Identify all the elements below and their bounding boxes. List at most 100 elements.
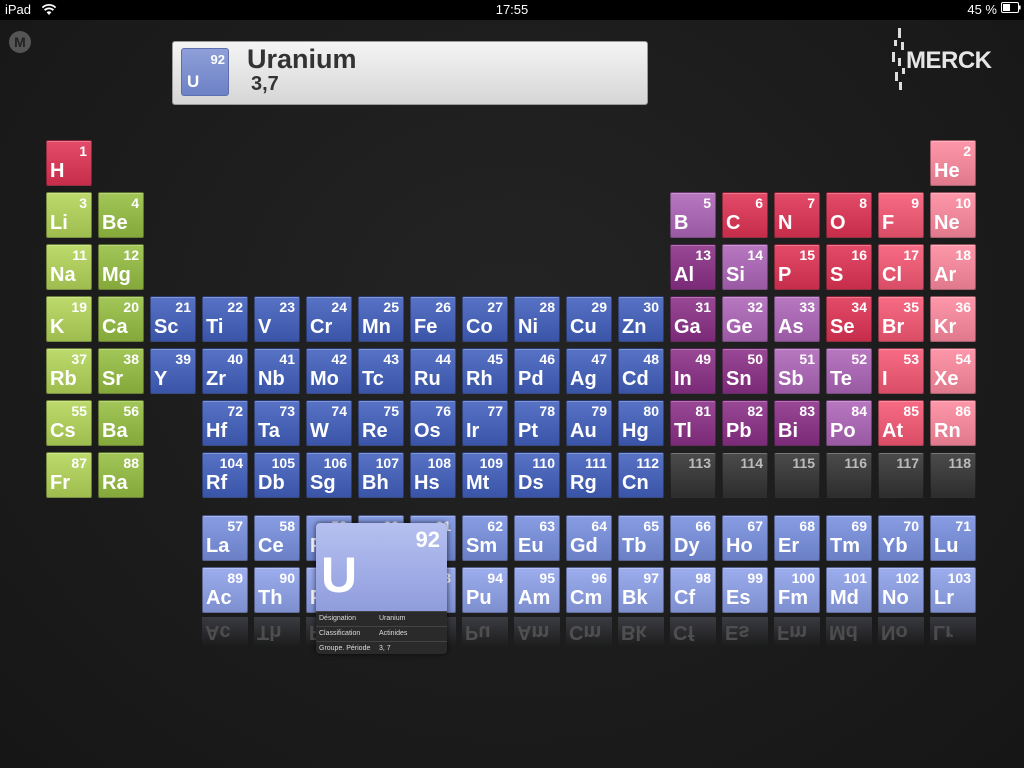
element-tile-105[interactable]: 105 Db — [254, 452, 300, 498]
element-tile-77[interactable]: 77 Ir — [462, 400, 508, 446]
element-tile-18[interactable]: 18 Ar — [930, 244, 976, 290]
element-tile-13[interactable]: 13 Al — [670, 244, 716, 290]
element-tile-75[interactable]: 75 Re — [358, 400, 404, 446]
element-tile-94[interactable]: 94 Pu — [462, 567, 508, 613]
element-tile-107[interactable]: 107 Bh — [358, 452, 404, 498]
element-tile-48[interactable]: 48 Cd — [618, 348, 664, 394]
element-tile-39[interactable]: 39 Y — [150, 348, 196, 394]
element-tile-95[interactable]: 95 Am — [514, 567, 560, 613]
element-tile-78[interactable]: 78 Pt — [514, 400, 560, 446]
element-tile-103[interactable]: 103 Lr — [930, 567, 976, 613]
element-tile-88[interactable]: 88 Ra — [98, 452, 144, 498]
element-tile-3[interactable]: 3 Li — [46, 192, 92, 238]
element-tile-100[interactable]: 100 Fm — [774, 567, 820, 613]
element-tile-52[interactable]: 52 Te — [826, 348, 872, 394]
element-tile-114[interactable]: 114 — [722, 452, 768, 498]
element-tile-109[interactable]: 109 Mt — [462, 452, 508, 498]
element-tile-112[interactable]: 112 Cn — [618, 452, 664, 498]
element-tile-45[interactable]: 45 Rh — [462, 348, 508, 394]
element-tile-46[interactable]: 46 Pd — [514, 348, 560, 394]
element-tile-4[interactable]: 4 Be — [98, 192, 144, 238]
element-tile-34[interactable]: 34 Se — [826, 296, 872, 342]
element-tile-90[interactable]: 90 Th — [254, 567, 300, 613]
element-tile-96[interactable]: 96 Cm — [566, 567, 612, 613]
element-tile-9[interactable]: 9F — [878, 192, 924, 238]
element-tile-76[interactable]: 76 Os — [410, 400, 456, 446]
element-tile-31[interactable]: 31 Ga — [670, 296, 716, 342]
element-tile-12[interactable]: 12 Mg — [98, 244, 144, 290]
element-tile-83[interactable]: 83 Bi — [774, 400, 820, 446]
element-tile-68[interactable]: 68 Er — [774, 515, 820, 561]
element-tile-97[interactable]: 97 Bk — [618, 567, 664, 613]
element-tile-70[interactable]: 70 Yb — [878, 515, 924, 561]
element-tile-19[interactable]: 19 K — [46, 296, 92, 342]
element-tile-14[interactable]: 14 Si — [722, 244, 768, 290]
element-tile-26[interactable]: 26 Fe — [410, 296, 456, 342]
element-tile-118[interactable]: 118 — [930, 452, 976, 498]
element-tile-87[interactable]: 87 Fr — [46, 452, 92, 498]
element-tile-101[interactable]: 101 Md — [826, 567, 872, 613]
menu-button[interactable]: M — [9, 31, 31, 53]
element-tile-49[interactable]: 49 In — [670, 348, 716, 394]
element-tile-28[interactable]: 28 Ni — [514, 296, 560, 342]
element-tile-80[interactable]: 80 Hg — [618, 400, 664, 446]
element-tile-53[interactable]: 53 I — [878, 348, 924, 394]
element-tile-56[interactable]: 56 Ba — [98, 400, 144, 446]
element-tile-108[interactable]: 108 Hs — [410, 452, 456, 498]
element-tile-36[interactable]: 36 Kr — [930, 296, 976, 342]
element-tile-7[interactable]: 7N — [774, 192, 820, 238]
element-tile-117[interactable]: 117 — [878, 452, 924, 498]
element-tile-58[interactable]: 58 Ce — [254, 515, 300, 561]
element-tile-98[interactable]: 98 Cf — [670, 567, 716, 613]
element-tile-44[interactable]: 44 Ru — [410, 348, 456, 394]
element-tile-43[interactable]: 43 Tc — [358, 348, 404, 394]
element-tile-35[interactable]: 35 Br — [878, 296, 924, 342]
element-tile-29[interactable]: 29 Cu — [566, 296, 612, 342]
element-tile-113[interactable]: 113 — [670, 452, 716, 498]
element-tile-15[interactable]: 15 P — [774, 244, 820, 290]
element-tile-55[interactable]: 55 Cs — [46, 400, 92, 446]
element-tile-111[interactable]: 111 Rg — [566, 452, 612, 498]
element-tile-40[interactable]: 40 Zr — [202, 348, 248, 394]
element-tile-65[interactable]: 65 Tb — [618, 515, 664, 561]
element-tile-54[interactable]: 54 Xe — [930, 348, 976, 394]
element-tile-99[interactable]: 99 Es — [722, 567, 768, 613]
element-tile-37[interactable]: 37 Rb — [46, 348, 92, 394]
element-tile-1[interactable]: 1H — [46, 140, 92, 186]
element-tile-2[interactable]: 2 He — [930, 140, 976, 186]
element-tile-42[interactable]: 42 Mo — [306, 348, 352, 394]
element-tile-64[interactable]: 64 Gd — [566, 515, 612, 561]
element-tile-47[interactable]: 47 Ag — [566, 348, 612, 394]
element-tile-62[interactable]: 62 Sm — [462, 515, 508, 561]
element-tile-22[interactable]: 22 Ti — [202, 296, 248, 342]
element-tile-33[interactable]: 33 As — [774, 296, 820, 342]
element-tile-73[interactable]: 73 Ta — [254, 400, 300, 446]
element-tile-89[interactable]: 89 Ac — [202, 567, 248, 613]
element-tile-63[interactable]: 63 Eu — [514, 515, 560, 561]
element-tile-116[interactable]: 116 — [826, 452, 872, 498]
element-tile-6[interactable]: 6C — [722, 192, 768, 238]
element-tile-106[interactable]: 106 Sg — [306, 452, 352, 498]
element-tile-16[interactable]: 16 S — [826, 244, 872, 290]
element-tile-84[interactable]: 84 Po — [826, 400, 872, 446]
element-tile-27[interactable]: 27 Co — [462, 296, 508, 342]
element-tile-115[interactable]: 115 — [774, 452, 820, 498]
element-tile-67[interactable]: 67 Ho — [722, 515, 768, 561]
element-tile-5[interactable]: 5B — [670, 192, 716, 238]
element-tile-20[interactable]: 20 Ca — [98, 296, 144, 342]
element-tile-102[interactable]: 102 No — [878, 567, 924, 613]
element-tile-24[interactable]: 24 Cr — [306, 296, 352, 342]
element-tile-69[interactable]: 69 Tm — [826, 515, 872, 561]
element-tile-86[interactable]: 86 Rn — [930, 400, 976, 446]
element-tile-71[interactable]: 71 Lu — [930, 515, 976, 561]
element-tile-74[interactable]: 74 W — [306, 400, 352, 446]
element-tile-17[interactable]: 17 Cl — [878, 244, 924, 290]
element-popup[interactable]: 92 U Désignation Uranium Classification … — [316, 523, 447, 654]
element-tile-72[interactable]: 72 Hf — [202, 400, 248, 446]
element-tile-38[interactable]: 38 Sr — [98, 348, 144, 394]
element-tile-10[interactable]: 10 Ne — [930, 192, 976, 238]
element-tile-81[interactable]: 81 Tl — [670, 400, 716, 446]
element-tile-32[interactable]: 32 Ge — [722, 296, 768, 342]
element-tile-23[interactable]: 23 V — [254, 296, 300, 342]
element-tile-25[interactable]: 25 Mn — [358, 296, 404, 342]
